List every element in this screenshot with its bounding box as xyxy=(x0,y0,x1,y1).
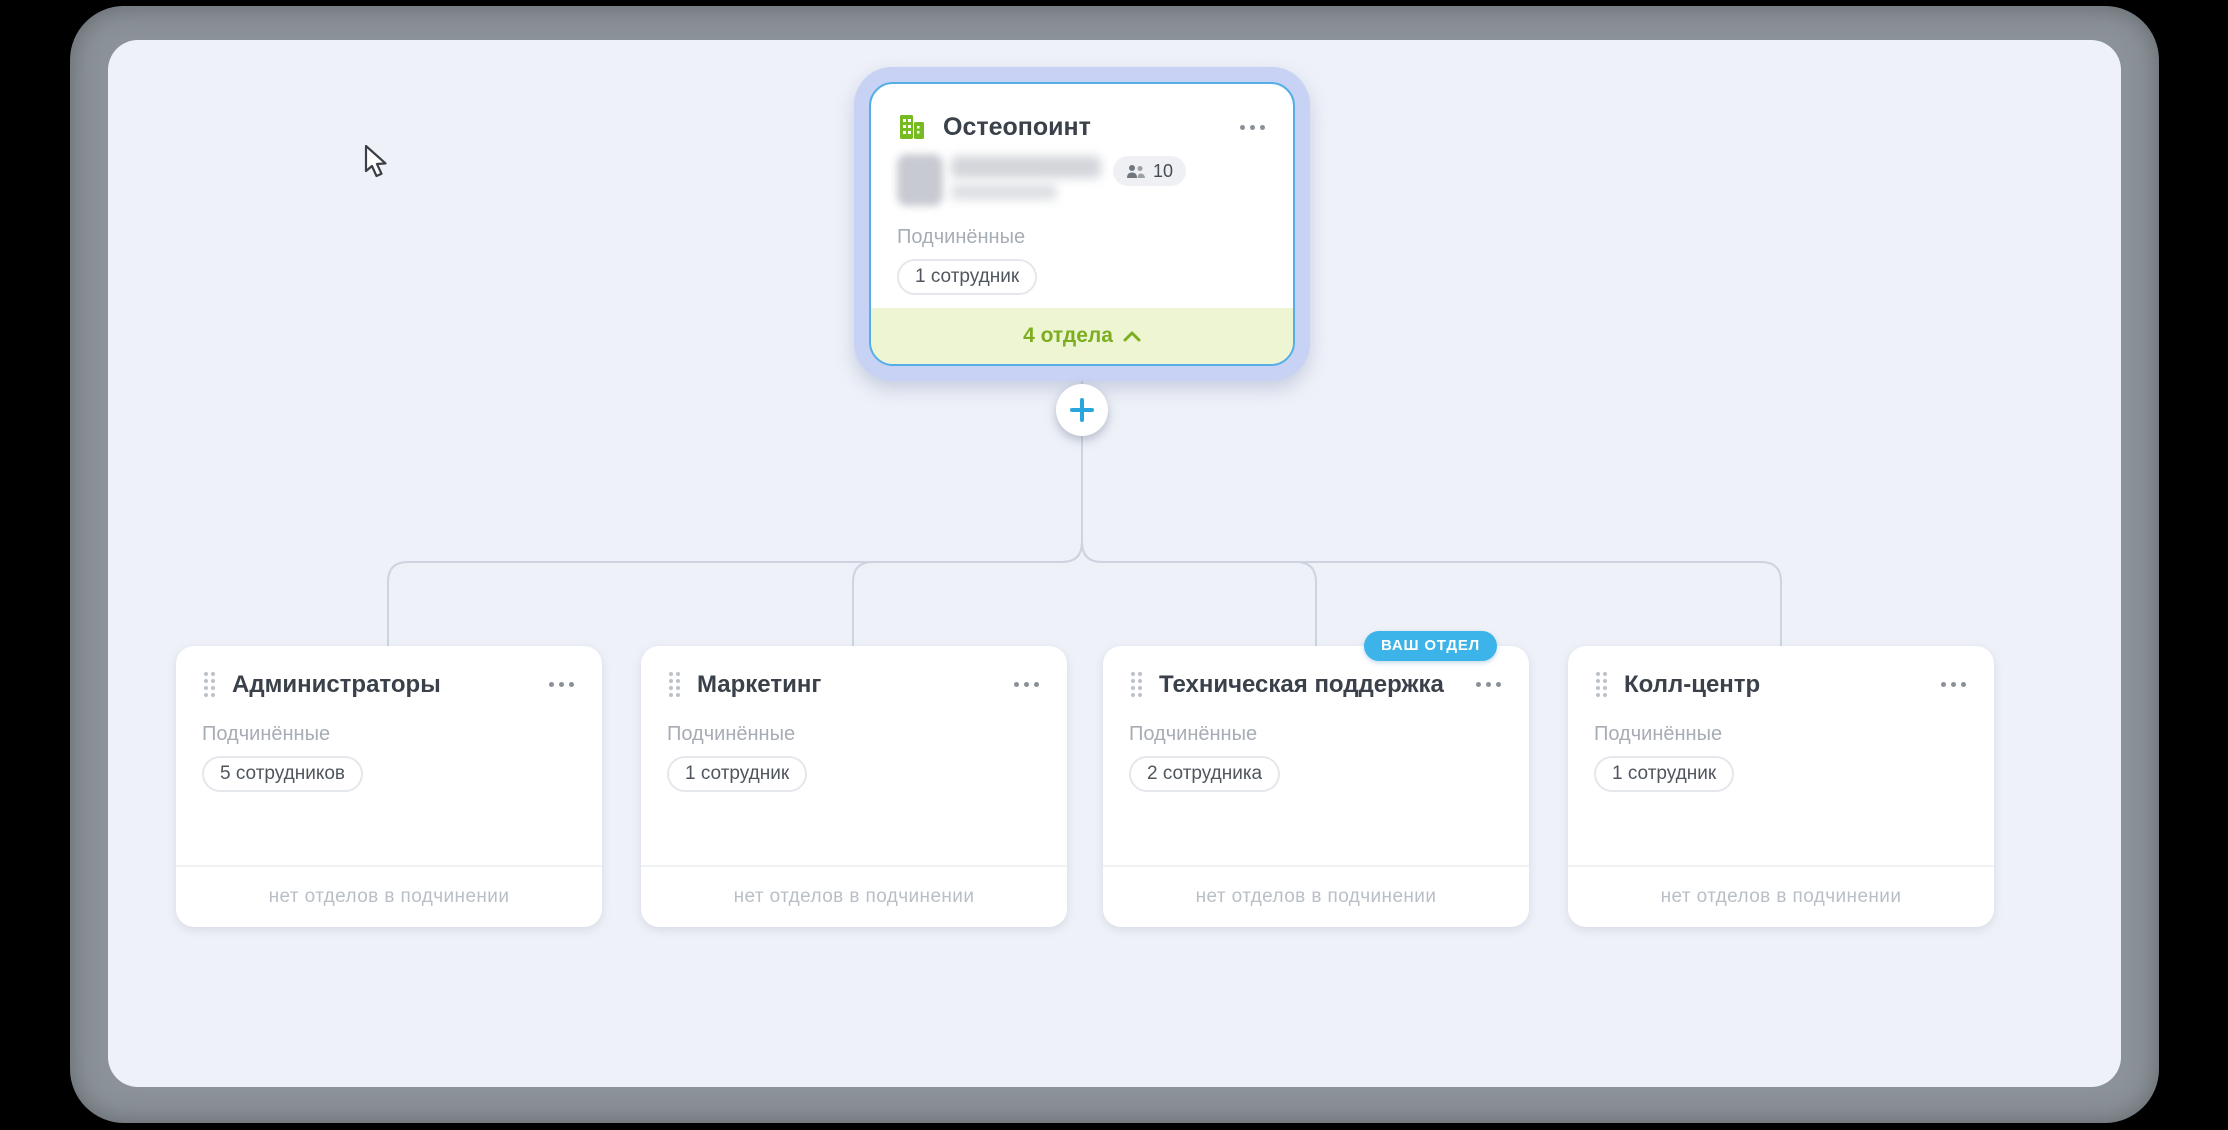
chevron-up-icon xyxy=(1123,331,1141,342)
company-building-icon xyxy=(897,112,927,142)
ellipsis-icon xyxy=(1240,125,1245,130)
department-title: Администраторы xyxy=(232,671,547,699)
department-menu-button[interactable] xyxy=(1939,676,1968,693)
subordinates-label: Подчинённые xyxy=(1129,723,1503,746)
your-department-badge: ВАШ ОТДЕЛ xyxy=(1364,631,1497,661)
company-menu-button[interactable] xyxy=(1238,119,1267,136)
department-card-2[interactable]: Маркетинг Подчинённые 1 сотрудник нет от… xyxy=(641,646,1067,927)
ellipsis-icon xyxy=(549,682,554,687)
people-count-badge[interactable]: 10 xyxy=(1113,156,1186,186)
subordinates-label: Подчинённые xyxy=(202,723,576,746)
people-count: 10 xyxy=(1153,161,1173,182)
no-subdepartments-note: нет отделов в подчинении xyxy=(1568,865,1994,927)
drag-handle-icon[interactable] xyxy=(1594,670,1609,699)
employees-chip[interactable]: 1 сотрудник xyxy=(667,756,807,792)
department-title: Техническая поддержка xyxy=(1159,671,1474,699)
employees-chip[interactable]: 2 сотрудника xyxy=(1129,756,1280,792)
company-card[interactable]: Остеопоинт xyxy=(869,82,1295,366)
department-card-1[interactable]: Администраторы Подчинённые 5 сотрудников… xyxy=(176,646,602,927)
employees-chip[interactable]: 1 сотрудник xyxy=(1594,756,1734,792)
drag-handle-icon[interactable] xyxy=(1129,670,1144,699)
department-title: Колл-центр xyxy=(1624,671,1939,699)
blurred-head-name xyxy=(951,156,1101,200)
people-icon xyxy=(1126,164,1146,179)
drag-handle-icon[interactable] xyxy=(667,670,682,699)
ellipsis-icon xyxy=(1014,682,1019,687)
add-department-button[interactable] xyxy=(1056,384,1108,436)
subordinates-label: Подчинённые xyxy=(1594,723,1968,746)
drag-handle-icon[interactable] xyxy=(202,670,217,699)
no-subdepartments-note: нет отделов в подчинении xyxy=(176,865,602,927)
department-title: Маркетинг xyxy=(697,671,1012,699)
departments-toggle[interactable]: 4 отдела xyxy=(871,308,1293,364)
company-title: Остеопоинт xyxy=(943,113,1238,142)
employees-chip[interactable]: 1 сотрудник xyxy=(897,259,1037,295)
no-subdepartments-note: нет отделов в подчинении xyxy=(641,865,1067,927)
department-menu-button[interactable] xyxy=(547,676,576,693)
subordinates-label: Подчинённые xyxy=(897,226,1267,249)
root-card-selection-ring: Остеопоинт xyxy=(854,67,1310,381)
no-subdepartments-note: нет отделов в подчинении xyxy=(1103,865,1529,927)
employees-chip[interactable]: 5 сотрудников xyxy=(202,756,363,792)
department-menu-button[interactable] xyxy=(1012,676,1041,693)
ellipsis-icon xyxy=(1941,682,1946,687)
ellipsis-icon xyxy=(1476,682,1481,687)
department-card-3[interactable]: ВАШ ОТДЕЛ Техническая поддержка Подчинён… xyxy=(1103,646,1529,927)
screenshot-stage: Остеопоинт xyxy=(0,0,2228,1130)
department-menu-button[interactable] xyxy=(1474,676,1503,693)
department-card-4[interactable]: Колл-центр Подчинённые 1 сотрудник нет о… xyxy=(1568,646,1994,927)
blurred-avatar xyxy=(897,154,943,206)
departments-toggle-label: 4 отдела xyxy=(1023,324,1113,348)
subordinates-label: Подчинённые xyxy=(667,723,1041,746)
